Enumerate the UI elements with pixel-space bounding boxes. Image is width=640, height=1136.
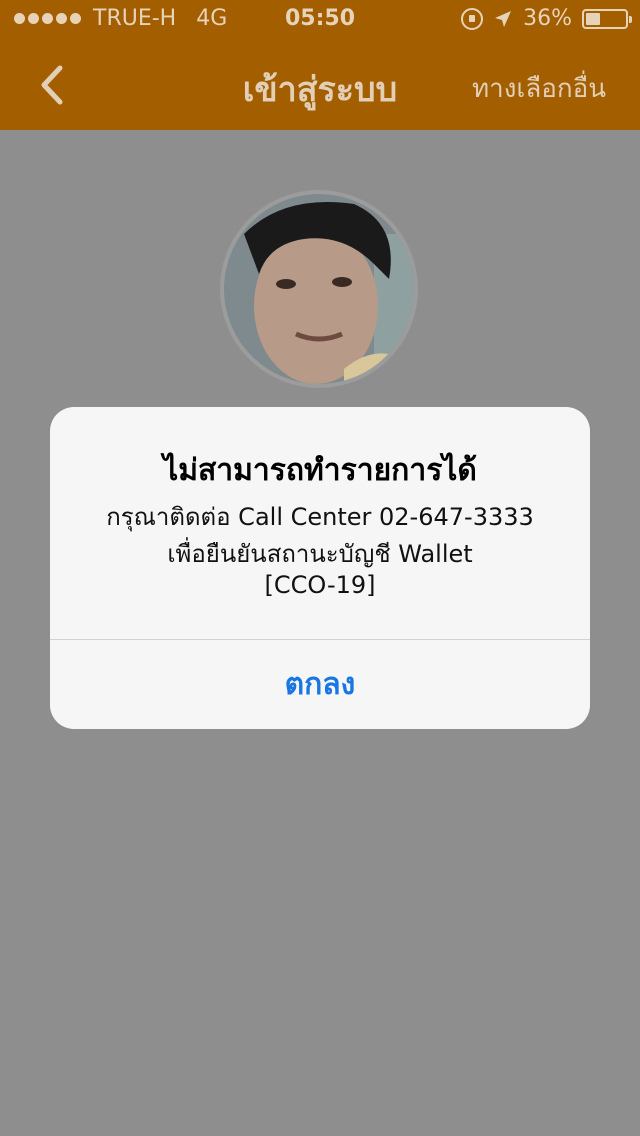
- battery-percent: 36%: [523, 6, 572, 31]
- user-photo-icon: [224, 194, 414, 384]
- alert-message-line: กรุณาติดต่อ Call Center 02-647-3333: [106, 503, 534, 531]
- alert-message-line: เพื่อยืนยันสถานะบัญชี Wallet: [167, 540, 473, 568]
- alert-title: ไม่สามารถทำรายการได้: [163, 453, 477, 488]
- avatar: [220, 190, 418, 388]
- status-bar: TRUE-H 4G 05:50 36%: [0, 0, 640, 40]
- navigation-bar: เข้าสู่ระบบ ทางเลือกอื่น: [0, 40, 640, 130]
- other-options-button[interactable]: ทางเลือกอื่น: [472, 68, 606, 109]
- battery-icon: [582, 8, 632, 29]
- status-right: 36%: [461, 6, 632, 31]
- battery-fill: [586, 12, 600, 25]
- alert-dialog: ไม่สามารถทำรายการได้ กรุณาติดต่อ Call Ce…: [50, 407, 590, 729]
- rotation-lock-icon: [461, 7, 484, 30]
- ok-button[interactable]: ตกลง: [50, 640, 590, 729]
- location-arrow-icon: [495, 10, 512, 27]
- alert-error-code: [CCO-19]: [264, 571, 376, 599]
